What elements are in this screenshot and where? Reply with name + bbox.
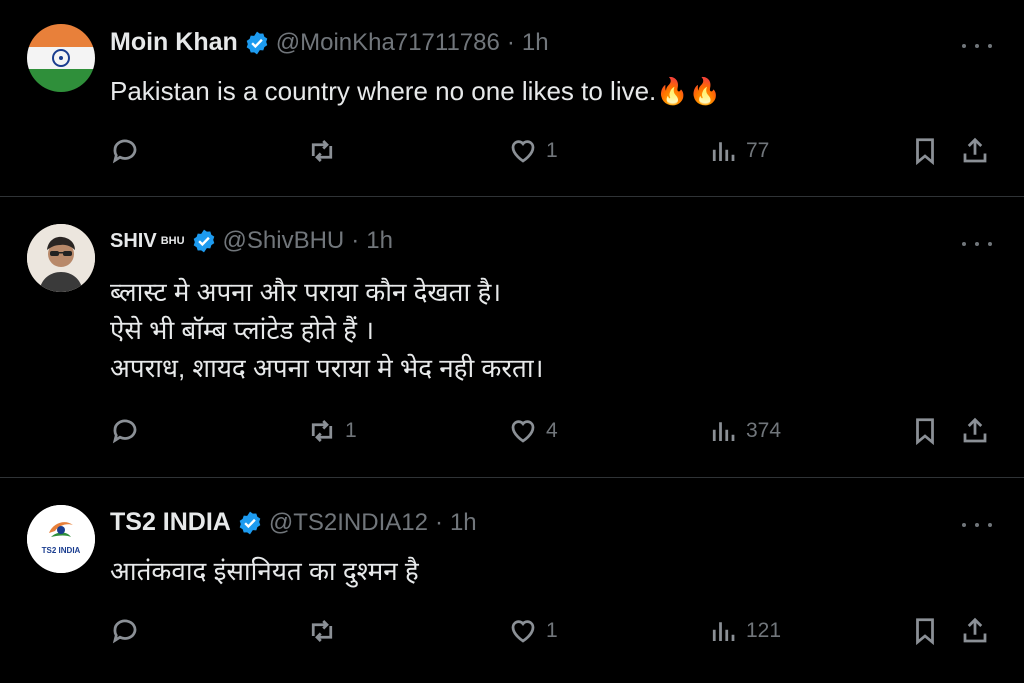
- views-chart-icon: [712, 422, 735, 441]
- tweet-line: ब्लास्ट मे अपना और पराया कौन देखता है।: [110, 277, 502, 307]
- view-count: 374: [746, 419, 782, 442]
- verified-badge-icon: [239, 511, 261, 534]
- avatar[interactable]: TS2 INDIA: [27, 505, 95, 573]
- bookmark-icon: [916, 618, 934, 646]
- reply-icon: [112, 419, 137, 444]
- tweet-1[interactable]: Moin Khan @MoinKha71711786 · 1h Pakistan…: [0, 0, 1024, 197]
- ts2-india-logo-avatar-icon: TS2 INDIA: [27, 505, 95, 573]
- retweet-count: 1: [345, 419, 357, 442]
- separator: ·: [434, 508, 443, 536]
- share-icon: [963, 137, 987, 163]
- retweet-icon: [311, 140, 333, 162]
- share-button[interactable]: [960, 416, 990, 446]
- reply-button[interactable]: [110, 136, 148, 166]
- tweet-header: TS2 INDIA @TS2INDIA12 · 1h: [110, 508, 477, 537]
- bookmark-button[interactable]: [910, 416, 940, 446]
- tweet-line: ऐसे भी बॉम्ब प्लांटेड होते हैं ।: [110, 315, 375, 345]
- heart-icon: [511, 620, 535, 643]
- tweet-text: ब्लास्ट मे अपना और पराया कौन देखता है। ऐ…: [110, 273, 543, 387]
- display-name[interactable]: TS2 INDIA: [110, 508, 231, 537]
- tweet-3[interactable]: TS2 INDIA TS2 INDIA @TS2INDIA12 · 1h आतं…: [0, 478, 1024, 682]
- separator: ·: [506, 28, 515, 56]
- separator: ·: [351, 227, 360, 254]
- retweet-button[interactable]: [307, 616, 345, 646]
- verified-badge-icon: [246, 31, 268, 54]
- heart-icon: [511, 140, 535, 163]
- like-count: 4: [546, 419, 558, 442]
- reply-icon: [112, 139, 137, 164]
- views-chart-icon: [712, 142, 735, 161]
- share-icon: [963, 617, 987, 643]
- logo-text: TS2 INDIA: [42, 546, 81, 555]
- retweet-icon: [311, 420, 333, 442]
- display-name[interactable]: SHIV: [110, 230, 157, 253]
- tweet-2[interactable]: SHIV BHU @ShivBHU · 1h ब्लास्ट मे अपना औ…: [0, 197, 1024, 478]
- more-options-icon[interactable]: [962, 234, 992, 254]
- user-handle[interactable]: @MoinKha71711786: [276, 29, 500, 57]
- like-count: 1: [546, 619, 558, 642]
- like-button[interactable]: 1: [508, 136, 558, 166]
- bookmark-icon: [916, 138, 934, 166]
- timestamp[interactable]: 1h: [522, 29, 549, 57]
- tweet-text: Pakistan is a country where no one likes…: [110, 72, 721, 110]
- tweet-line: Pakistan is a country where no one likes…: [110, 76, 722, 106]
- bookmark-button[interactable]: [910, 616, 940, 646]
- tweet-header: SHIV BHU @ShivBHU · 1h: [110, 227, 393, 255]
- tweet-actions: 1 4 374: [0, 416, 1024, 456]
- like-button[interactable]: 1: [508, 616, 558, 646]
- reply-button[interactable]: [110, 416, 148, 446]
- indian-flag-avatar-icon: [27, 24, 95, 92]
- display-name-superscript: BHU: [160, 235, 185, 247]
- view-count: 77: [746, 139, 770, 162]
- view-count: 121: [746, 619, 782, 642]
- user-handle[interactable]: @TS2INDIA12: [269, 509, 428, 537]
- views-button[interactable]: 374: [708, 416, 781, 446]
- share-icon: [963, 417, 987, 443]
- reply-icon: [112, 619, 137, 644]
- person-photo-avatar-icon: [27, 224, 95, 292]
- avatar[interactable]: [27, 24, 95, 92]
- tweet-line: अपराध, शायद अपना पराया मे भेद नही करता।: [110, 353, 544, 383]
- views-button[interactable]: 77: [708, 136, 769, 166]
- views-button[interactable]: 121: [708, 616, 781, 646]
- bookmark-button[interactable]: [910, 136, 940, 166]
- reply-button[interactable]: [110, 616, 148, 646]
- display-name[interactable]: Moin Khan: [110, 28, 238, 57]
- bookmark-icon: [916, 418, 934, 446]
- avatar[interactable]: [27, 224, 95, 292]
- views-chart-icon: [712, 622, 735, 641]
- share-button[interactable]: [960, 136, 990, 166]
- more-options-icon[interactable]: [962, 36, 992, 56]
- timestamp[interactable]: 1h: [450, 509, 477, 537]
- more-options-icon[interactable]: [962, 515, 992, 535]
- tweet-actions: 1 77: [0, 136, 1024, 176]
- retweet-button[interactable]: [307, 136, 345, 166]
- heart-icon: [511, 420, 535, 443]
- tweet-line: आतंकवाद इंसानियत का दुश्मन है: [110, 556, 419, 586]
- tweet-text: आतंकवाद इंसानियत का दुश्मन है: [110, 552, 419, 590]
- share-button[interactable]: [960, 616, 990, 646]
- user-handle[interactable]: @ShivBHU: [223, 227, 345, 255]
- like-count: 1: [546, 139, 558, 162]
- retweet-button[interactable]: 1: [307, 416, 357, 446]
- retweet-icon: [311, 620, 333, 642]
- timestamp[interactable]: 1h: [366, 227, 393, 255]
- like-button[interactable]: 4: [508, 416, 558, 446]
- tweet-header: Moin Khan @MoinKha71711786 · 1h: [110, 28, 549, 57]
- tweet-actions: 1 121: [0, 616, 1024, 656]
- verified-badge-icon: [193, 229, 214, 253]
